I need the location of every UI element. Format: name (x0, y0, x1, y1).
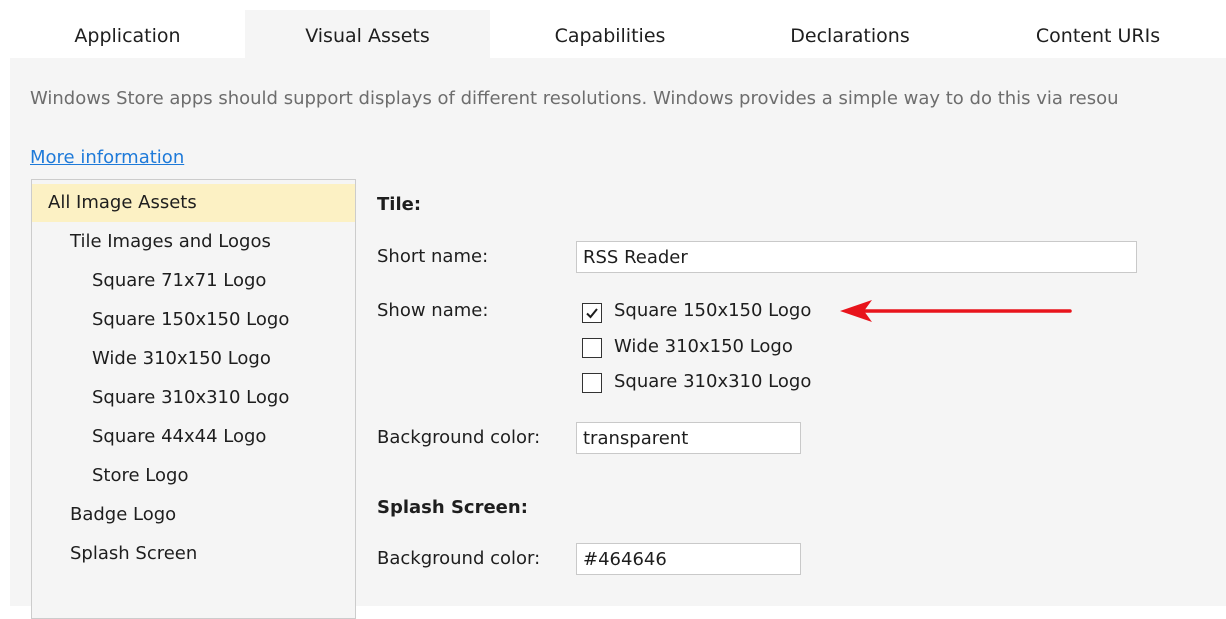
show-name-label: Show name: (377, 300, 489, 321)
tree-item-square-310x310-logo[interactable]: Square 310x310 Logo (92, 379, 289, 417)
tree-item-square-71x71-logo[interactable]: Square 71x71 Logo (92, 262, 266, 300)
tile-background-color-input[interactable] (576, 422, 801, 454)
asset-tree[interactable]: All Image Assets Tile Images and Logos S… (31, 179, 356, 619)
tile-heading: Tile: (377, 194, 422, 215)
tab-visual-assets[interactable]: Visual Assets (245, 10, 490, 58)
splash-screen-heading: Splash Screen: (377, 497, 528, 518)
short-name-label: Short name: (377, 246, 489, 267)
tree-item-wide-310x150-logo[interactable]: Wide 310x150 Logo (92, 340, 271, 378)
tab-bar: Application Visual Assets Capabilities D… (0, 0, 1226, 58)
checkbox-label-square-310x310-logo[interactable]: Square 310x310 Logo (614, 371, 811, 392)
tile-background-color-label: Background color: (377, 427, 541, 448)
tree-item-tile-images-and-logos[interactable]: Tile Images and Logos (70, 223, 271, 261)
tree-item-square-150x150-logo[interactable]: Square 150x150 Logo (92, 301, 289, 339)
intro-text: Windows Store apps should support displa… (30, 88, 1119, 109)
checkbox-label-wide-310x150-logo[interactable]: Wide 310x150 Logo (614, 336, 793, 357)
checkbox-square-150x150-logo[interactable] (582, 303, 602, 323)
tree-item-all-image-assets[interactable]: All Image Assets (32, 184, 355, 222)
tab-capabilities[interactable]: Capabilities (490, 10, 730, 58)
splash-background-color-label: Background color: (377, 548, 541, 569)
checkmark-icon (586, 308, 598, 319)
tab-content-uris[interactable]: Content URIs (970, 10, 1226, 58)
visual-assets-panel: Windows Store apps should support displa… (10, 58, 1226, 619)
tab-declarations[interactable]: Declarations (730, 10, 970, 58)
tree-item-square-44x44-logo[interactable]: Square 44x44 Logo (92, 418, 266, 456)
tree-item-badge-logo[interactable]: Badge Logo (70, 496, 176, 534)
tab-application[interactable]: Application (10, 10, 245, 58)
tree-item-store-logo[interactable]: Store Logo (92, 457, 188, 495)
splash-background-color-input[interactable] (576, 543, 801, 575)
checkbox-label-square-150x150-logo[interactable]: Square 150x150 Logo (614, 300, 811, 321)
red-arrow-icon (840, 300, 1072, 322)
short-name-input[interactable] (576, 241, 1137, 273)
more-information-link[interactable]: More information (30, 147, 184, 168)
checkbox-wide-310x150-logo[interactable] (582, 338, 602, 358)
tree-item-splash-screen[interactable]: Splash Screen (70, 535, 197, 573)
checkbox-square-310x310-logo[interactable] (582, 373, 602, 393)
